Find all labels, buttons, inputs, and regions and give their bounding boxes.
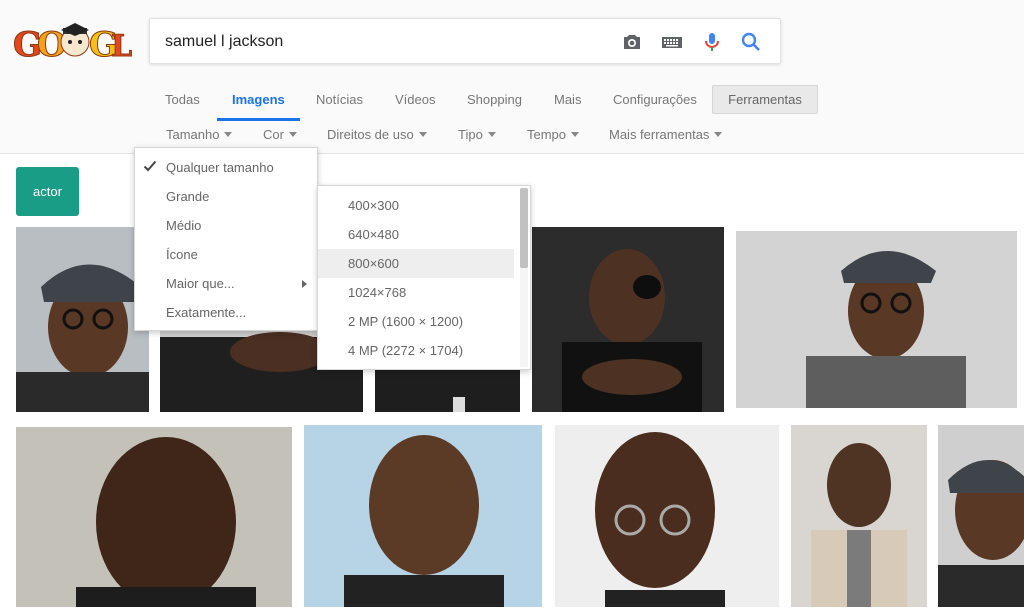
- filter-color-label: Cor: [263, 127, 284, 142]
- related-chip-actor[interactable]: actor: [16, 167, 79, 216]
- tab-shopping[interactable]: Shopping: [467, 92, 522, 107]
- camera-icon[interactable]: [620, 30, 644, 54]
- size-option-label: Ícone: [166, 247, 198, 262]
- filter-time[interactable]: Tempo: [527, 127, 580, 142]
- tab-mais[interactable]: Mais: [554, 92, 581, 107]
- filter-color[interactable]: Cor: [263, 127, 297, 142]
- filter-usage-rights[interactable]: Direitos de uso: [327, 127, 427, 142]
- image-result[interactable]: [938, 425, 1024, 607]
- size-option-icon[interactable]: Ícone: [135, 240, 317, 269]
- filter-type-label: Tipo: [458, 127, 483, 142]
- filter-more-tools[interactable]: Mais ferramentas: [609, 127, 723, 142]
- tab-videos[interactable]: Vídeos: [395, 92, 435, 107]
- filter-usage-rights-label: Direitos de uso: [327, 127, 414, 142]
- size-dropdown-menu: Qualquer tamanho Grande Médio Ícone Maio…: [134, 147, 318, 331]
- tab-configuracoes[interactable]: Configurações: [613, 92, 697, 107]
- caret-down-icon: [714, 132, 723, 137]
- size-option-large[interactable]: Grande: [135, 182, 317, 211]
- filter-size-label: Tamanho: [166, 127, 220, 142]
- larger-than-option[interactable]: 640×480: [318, 220, 514, 249]
- caret-down-icon: [571, 132, 580, 137]
- larger-than-submenu: 400×300 640×480 800×600 1024×768 2 MP (1…: [317, 185, 531, 370]
- caret-down-icon: [288, 132, 297, 137]
- larger-than-option[interactable]: 400×300: [318, 191, 514, 220]
- search-box: [149, 18, 781, 64]
- svg-text:LE: LE: [111, 29, 133, 64]
- tools-button[interactable]: Ferramentas: [712, 85, 818, 114]
- caret-down-icon: [418, 132, 427, 137]
- google-doodle-logo[interactable]: G O G LE: [13, 18, 155, 66]
- image-result[interactable]: [736, 231, 1017, 408]
- size-option-medium[interactable]: Médio: [135, 211, 317, 240]
- top-header: G O G LE Todas Imagens Notícias Vídeos S…: [0, 0, 1024, 154]
- larger-than-option[interactable]: 4 MP (2272 × 1704): [318, 336, 514, 365]
- check-icon: [143, 160, 157, 172]
- image-result[interactable]: [304, 425, 542, 607]
- caret-down-icon: [487, 132, 496, 137]
- size-option-label: Médio: [166, 218, 202, 233]
- chevron-right-icon: [302, 280, 307, 288]
- filter-type[interactable]: Tipo: [458, 127, 496, 142]
- image-result[interactable]: [16, 427, 292, 607]
- size-option-label: Grande: [166, 189, 210, 204]
- filter-size[interactable]: Tamanho: [166, 127, 233, 142]
- image-result[interactable]: [16, 227, 149, 412]
- caret-down-icon: [224, 132, 233, 137]
- submenu-scroll-thumb[interactable]: [520, 188, 528, 268]
- tab-noticias[interactable]: Notícias: [316, 92, 363, 107]
- size-option-exactly[interactable]: Exatamente...: [135, 298, 317, 327]
- size-option-label: Maior que...: [166, 276, 235, 291]
- image-result[interactable]: [532, 227, 724, 412]
- size-option-larger-than[interactable]: Maior que...: [135, 269, 317, 298]
- mic-icon[interactable]: [700, 30, 724, 54]
- active-tab-underline: [217, 118, 300, 121]
- size-option-label: Exatamente...: [166, 305, 247, 320]
- keyboard-icon[interactable]: [660, 30, 684, 54]
- tab-imagens[interactable]: Imagens: [232, 92, 285, 107]
- tab-todas[interactable]: Todas: [165, 92, 200, 107]
- larger-than-option[interactable]: 2 MP (1600 × 1200): [318, 307, 514, 336]
- filter-more-tools-label: Mais ferramentas: [609, 127, 710, 142]
- larger-than-option[interactable]: 1024×768: [318, 278, 514, 307]
- size-option-any[interactable]: Qualquer tamanho: [135, 153, 317, 182]
- image-result[interactable]: [791, 425, 927, 607]
- search-input[interactable]: [165, 30, 605, 54]
- image-result[interactable]: [555, 425, 779, 607]
- larger-than-option[interactable]: 800×600: [318, 249, 514, 278]
- size-option-label: Qualquer tamanho: [166, 160, 274, 175]
- filter-time-label: Tempo: [527, 127, 567, 142]
- search-icon[interactable]: [739, 30, 763, 54]
- submenu-scrollbar[interactable]: [520, 188, 528, 367]
